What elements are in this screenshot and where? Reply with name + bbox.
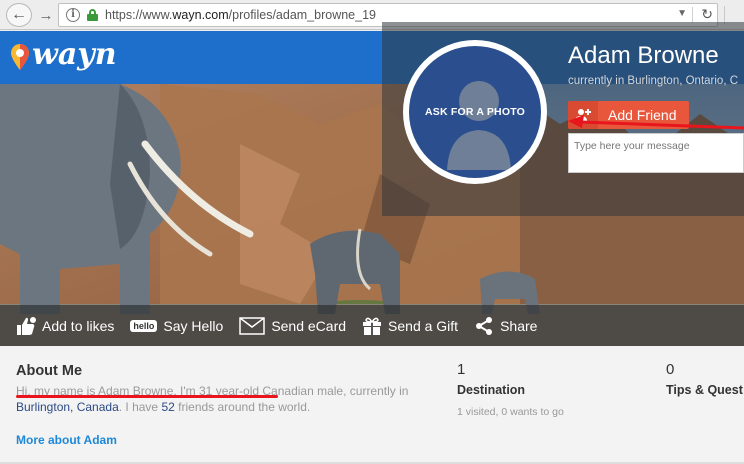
add-to-likes-label: Add to likes <box>42 317 115 334</box>
envelope-icon <box>239 316 266 335</box>
hello-bubble-icon: hello <box>130 319 158 332</box>
about-location-link[interactable]: Burlington, Canada <box>16 400 119 414</box>
lock-icon <box>87 9 98 21</box>
send-ecard-button[interactable]: Send eCard <box>239 316 347 335</box>
about-me-text: Hi, my name is Adam Browne. I'm 31 year-… <box>16 384 409 414</box>
message-input[interactable]: Type here your message <box>568 133 744 173</box>
gift-icon <box>362 316 382 336</box>
tips-label[interactable]: Tips & Quest <box>666 383 743 397</box>
arrow-left-icon: ← <box>11 6 27 23</box>
about-me-heading: About Me <box>16 363 83 379</box>
profile-name: Adam Browne <box>568 42 719 69</box>
info-icon[interactable]: i <box>66 8 80 22</box>
reload-icon[interactable]: ↻ <box>701 6 713 23</box>
thumbs-up-icon <box>16 316 36 336</box>
map-pin-icon <box>10 43 30 71</box>
destination-count: 1 <box>457 361 466 378</box>
send-gift-label: Send a Gift <box>388 317 459 334</box>
add-to-likes-button[interactable]: Add to likes <box>16 316 114 336</box>
annotation-underline <box>16 395 278 398</box>
share-button[interactable]: Share <box>474 316 537 336</box>
url-text[interactable]: https://www.wayn.com/profiles/adam_brown… <box>105 8 376 22</box>
say-hello-button[interactable]: hello Say Hello <box>130 318 223 334</box>
back-button[interactable]: ← <box>6 3 32 27</box>
avatar[interactable]: ASK FOR A PHOTO <box>409 46 541 178</box>
wayn-logo[interactable]: wayn <box>10 37 117 72</box>
annotation-arrow <box>568 115 744 130</box>
action-bar: Add to likes hello Say Hello Send eCard … <box>0 305 744 346</box>
chevron-down-icon[interactable]: ▼ <box>677 8 687 19</box>
ask-for-photo-label[interactable]: ASK FOR A PHOTO <box>409 106 541 118</box>
forward-button[interactable]: → <box>36 3 56 27</box>
url-separator <box>692 7 693 23</box>
profile-info-section: About Me Hi, my name is Adam Browne. I'm… <box>0 346 744 464</box>
more-about-link[interactable]: More about Adam <box>16 433 117 447</box>
share-icon <box>474 316 494 336</box>
friends-count-link[interactable]: 52 <box>161 400 174 414</box>
tips-count: 0 <box>666 361 675 378</box>
send-ecard-label: Send eCard <box>271 317 347 334</box>
logo-text: wayn <box>32 37 117 72</box>
send-gift-button[interactable]: Send a Gift <box>362 316 458 336</box>
destination-label[interactable]: Destination <box>457 383 525 397</box>
share-label: Share <box>500 317 538 334</box>
destination-sub: 1 visited, 0 wants to go <box>457 406 564 418</box>
profile-location: currently in Burlington, Ontario, C <box>568 75 739 87</box>
say-hello-label: Say Hello <box>163 317 224 334</box>
arrow-right-icon: → <box>38 6 54 24</box>
